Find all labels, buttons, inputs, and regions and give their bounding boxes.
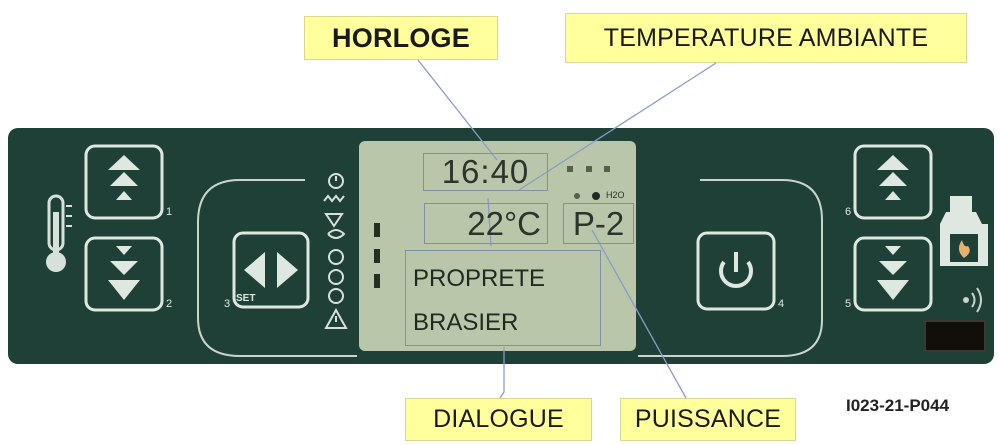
lcd-dialog: PROPRETE BRASIER xyxy=(405,250,601,346)
signal-icon xyxy=(963,287,982,313)
remote-receiver-window xyxy=(924,320,986,352)
fireplace-icon xyxy=(940,196,988,266)
lcd-indicator xyxy=(604,166,610,172)
lcd-indicator xyxy=(567,166,573,172)
button-1[interactable] xyxy=(84,144,164,220)
pump-icon xyxy=(328,288,344,304)
lcd-dialog-line-2: BRASIER xyxy=(413,309,519,336)
extractor-icon xyxy=(328,269,344,285)
lcd-segment xyxy=(374,223,380,237)
pellet-icon xyxy=(324,213,344,228)
resistance-icon xyxy=(323,194,345,203)
button-2[interactable] xyxy=(84,236,164,312)
lcd-indicator xyxy=(574,193,580,199)
button-6-number: 6 xyxy=(845,206,852,218)
button-1-number: 1 xyxy=(166,206,173,218)
lcd-dialog-line-1: PROPRETE xyxy=(413,265,546,292)
flame-icon xyxy=(328,249,344,265)
button-2-number: 2 xyxy=(166,298,173,310)
lcd-indicator xyxy=(586,166,592,172)
lcd-indicator xyxy=(592,192,600,200)
button-6[interactable] xyxy=(853,144,933,220)
lcd-temperature: 22°C xyxy=(424,203,548,244)
button-4-power[interactable] xyxy=(696,231,776,311)
button-5-number: 5 xyxy=(845,298,852,310)
thermometer-icon xyxy=(46,194,72,272)
lcd-segment xyxy=(374,249,380,263)
lcd-clock: 16:40 xyxy=(423,153,548,191)
button-3-number: 3 xyxy=(224,298,231,310)
lcd-h2o-label: H2O xyxy=(606,190,625,200)
fan-icon xyxy=(327,229,346,239)
lcd-segment xyxy=(374,274,380,288)
lcd-power: P-2 xyxy=(563,203,634,244)
button-5[interactable] xyxy=(853,236,933,312)
button-3-set-label: SET xyxy=(236,293,256,304)
button-4-number: 4 xyxy=(778,298,785,310)
